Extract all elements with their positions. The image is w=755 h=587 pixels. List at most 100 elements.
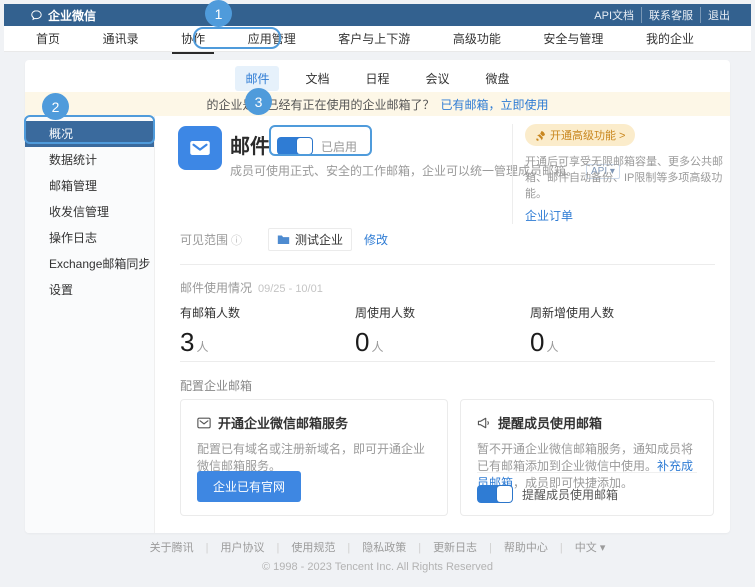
- stat-weekly-users: 周使用人数 0人: [355, 304, 415, 358]
- top-bar: 企业微信 API文档 联系客服 退出: [4, 4, 751, 26]
- stat-unit: 人: [371, 340, 383, 354]
- mail-app-icon: [178, 126, 222, 170]
- footer-about-tencent[interactable]: 关于腾讯: [144, 542, 200, 554]
- feature-title: 邮件: [230, 130, 270, 159]
- modify-visible-range-link[interactable]: 修改: [364, 231, 388, 248]
- enterprise-orders-link[interactable]: 企业订单: [525, 207, 730, 224]
- open-mailbox-service-card: 开通企业微信邮箱服务 配置已有域名或注册新域名，即可开通企业微信邮箱服务。 企业…: [180, 399, 448, 516]
- visible-range-row: 可见范围 ⓘ 测试企业 修改: [180, 228, 388, 251]
- tab-drive[interactable]: 微盘: [476, 66, 520, 91]
- open-mailbox-card-desc: 配置已有域名或注册新域名，即可开通企业微信邮箱服务。: [197, 441, 431, 475]
- topbar-links: API文档 联系客服 退出: [587, 7, 737, 23]
- remind-toggle-label: 提醒成员使用邮箱: [522, 486, 618, 503]
- content-card: 邮件 文档 日程 会议 微盘 的企业是否已经有正在使用的企业邮箱了？ 已有邮箱，…: [25, 60, 730, 533]
- sidebar-item-mailbox-management[interactable]: 邮箱管理: [25, 173, 154, 199]
- stat-number: 0: [530, 327, 544, 357]
- toggle-knob: [297, 138, 312, 154]
- remind-card-title: 提醒成员使用邮箱: [498, 413, 602, 432]
- notice-text: 的企业是否已经有正在使用的企业邮箱了？: [206, 96, 434, 113]
- nav-customers[interactable]: 客户与上下游: [336, 25, 412, 52]
- footer-links: 关于腾讯用户协议使用规范隐私政策更新日志帮助中心中文 ▾: [0, 539, 755, 555]
- main-panel: 邮件 已启用 成员可使用正式、安全的工作邮箱，企业可以统一管理成员邮箱。API …: [155, 116, 730, 533]
- mail-enabled-toggle[interactable]: [277, 137, 313, 155]
- notice-banner: 的企业是否已经有正在使用的企业邮箱了？ 已有邮箱，立即使用: [25, 92, 730, 116]
- wecom-bubble-icon: [30, 9, 43, 22]
- mail-toggle-row: 已启用: [277, 137, 357, 155]
- footer-help-center[interactable]: 帮助中心: [483, 542, 554, 554]
- stat-label: 周新增使用人数: [530, 304, 614, 321]
- card-divider: [477, 472, 697, 473]
- brand[interactable]: 企业微信: [30, 7, 96, 24]
- folder-icon: [277, 234, 290, 245]
- rocket-icon: [535, 130, 546, 141]
- envelope-icon: [197, 417, 211, 429]
- main-nav: 首页 通讯录 协作 应用管理 客户与上下游 高级功能 安全与管理 我的企业: [4, 26, 751, 52]
- remind-toggle-row: 提醒成员使用邮箱: [477, 485, 618, 503]
- visible-range-value: 测试企业: [295, 231, 343, 248]
- stat-unit: 人: [546, 340, 558, 354]
- stat-number: 3: [180, 327, 194, 357]
- sidebar-item-exchange-sync[interactable]: Exchange邮箱同步: [25, 251, 154, 277]
- stat-unit: 人: [196, 340, 208, 354]
- card-body: 概况 数据统计 邮箱管理 收发信管理 操作日志 Exchange邮箱同步 设置 …: [25, 116, 730, 533]
- footer-language-selector[interactable]: 中文 ▾: [554, 542, 611, 554]
- footer-changelog[interactable]: 更新日志: [412, 542, 483, 554]
- visible-range-chip: 测试企业: [268, 228, 352, 251]
- sub-tabs: 邮件 文档 日程 会议 微盘: [25, 60, 730, 92]
- remind-members-toggle[interactable]: [477, 485, 513, 503]
- stat-value: 0人: [530, 327, 614, 358]
- contact-support-link[interactable]: 联系客服: [641, 7, 700, 23]
- open-premium-button[interactable]: 开通高级功能 >: [525, 124, 635, 146]
- wecom-admin-window: 企业微信 API文档 联系客服 退出 首页 通讯录 协作 应用管理 客户与上下游…: [0, 0, 755, 587]
- nav-contacts[interactable]: 通讯录: [101, 25, 141, 52]
- stat-label: 有邮箱人数: [180, 304, 240, 321]
- footer-usage-rules[interactable]: 使用规范: [270, 542, 341, 554]
- premium-panel: 开通高级功能 > 开通后可享受无限邮箱容量、更多公共邮箱、邮件自动备份、IP限制…: [512, 124, 730, 224]
- sidebar-item-statistics[interactable]: 数据统计: [25, 147, 154, 173]
- sidebar-item-operation-log[interactable]: 操作日志: [25, 225, 154, 251]
- sidebar: 概况 数据统计 邮箱管理 收发信管理 操作日志 Exchange邮箱同步 设置: [25, 116, 155, 533]
- sidebar-item-send-receive[interactable]: 收发信管理: [25, 199, 154, 225]
- open-mailbox-card-title: 开通企业微信邮箱服务: [218, 413, 348, 432]
- footer-user-agreement[interactable]: 用户协议: [200, 542, 271, 554]
- api-docs-link[interactable]: API文档: [587, 7, 641, 23]
- megaphone-icon: [477, 417, 491, 429]
- info-icon[interactable]: ⓘ: [231, 232, 242, 248]
- brand-name: 企业微信: [48, 7, 96, 24]
- configure-section-title: 配置企业邮箱: [180, 377, 252, 394]
- usage-title-text: 邮件使用情况: [180, 281, 252, 295]
- card-title-row: 提醒成员使用邮箱: [477, 413, 697, 432]
- nav-collaboration[interactable]: 协作: [179, 25, 207, 52]
- tab-mail[interactable]: 邮件: [235, 66, 279, 91]
- sidebar-item-overview[interactable]: 概况: [25, 121, 154, 147]
- sidebar-item-settings[interactable]: 设置: [25, 277, 154, 303]
- divider-2: [180, 361, 715, 362]
- company-has-website-button[interactable]: 企业已有官网: [197, 471, 301, 502]
- nav-premium-features[interactable]: 高级功能: [451, 25, 503, 52]
- divider-1: [180, 264, 715, 265]
- usage-period: 09/25 - 10/01: [258, 283, 323, 295]
- stat-mailbox-users: 有邮箱人数 3人: [180, 304, 240, 358]
- visible-range-label: 可见范围: [180, 231, 228, 248]
- mail-toggle-status: 已启用: [321, 138, 357, 155]
- remind-members-card: 提醒成员使用邮箱 暂不开通企业微信邮箱服务，通知成员将已有邮箱添加到企业微信中使…: [460, 399, 714, 516]
- toggle-knob: [497, 486, 512, 502]
- logout-link[interactable]: 退出: [700, 7, 737, 23]
- tab-meeting[interactable]: 会议: [416, 66, 460, 91]
- tab-calendar[interactable]: 日程: [355, 66, 399, 91]
- tab-docs[interactable]: 文档: [295, 66, 339, 91]
- stat-label: 周使用人数: [355, 304, 415, 321]
- stat-weekly-new-users: 周新增使用人数 0人: [530, 304, 614, 358]
- copyright: © 1998 - 2023 Tencent Inc. All Rights Re…: [0, 561, 755, 573]
- stat-number: 0: [355, 327, 369, 357]
- nav-security[interactable]: 安全与管理: [541, 25, 605, 52]
- card-title-row: 开通企业微信邮箱服务: [197, 413, 431, 432]
- use-existing-mailbox-link[interactable]: 已有邮箱，立即使用: [441, 96, 549, 113]
- stat-value: 0人: [355, 327, 415, 358]
- nav-my-company[interactable]: 我的企业: [644, 25, 696, 52]
- footer-privacy-policy[interactable]: 隐私政策: [341, 542, 412, 554]
- page-footer: 关于腾讯用户协议使用规范隐私政策更新日志帮助中心中文 ▾ © 1998 - 20…: [0, 539, 755, 573]
- nav-home[interactable]: 首页: [34, 25, 62, 52]
- open-premium-label: 开通高级功能 >: [550, 127, 625, 143]
- nav-app-management[interactable]: 应用管理: [246, 25, 298, 52]
